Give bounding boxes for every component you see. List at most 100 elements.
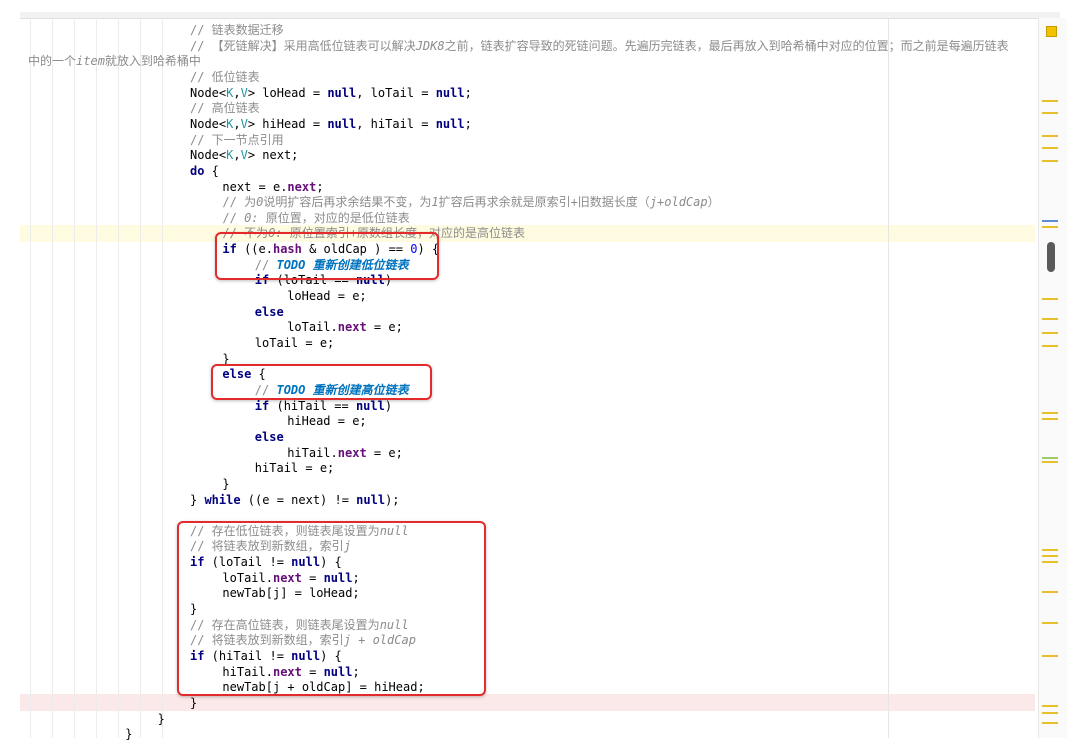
code-line[interactable]: Node<K,V> loHead = null, loTail = null; bbox=[190, 85, 472, 101]
code-token: , hiTail = bbox=[356, 116, 436, 131]
scroll-marker[interactable] bbox=[1042, 461, 1058, 463]
warning-indicator-icon[interactable] bbox=[1046, 26, 1057, 37]
code-token: ） bbox=[707, 195, 720, 210]
scroll-marker[interactable] bbox=[1042, 561, 1058, 563]
code-line[interactable]: loHead = e; bbox=[287, 288, 366, 304]
code-line[interactable]: // 下一节点引用 bbox=[190, 132, 284, 148]
code-token: 1 bbox=[431, 195, 439, 210]
indent-guide bbox=[140, 18, 141, 738]
scroll-marker[interactable] bbox=[1042, 318, 1058, 320]
code-token: next bbox=[337, 445, 367, 460]
code-token: = e; bbox=[366, 445, 403, 460]
code-token: next bbox=[287, 179, 317, 194]
scroll-thumb[interactable] bbox=[1047, 242, 1055, 272]
code-token: 之前，链表扩容导致的死链问题。先遍历完链表，最后再放入到哈希桶中对应的位置；而之… bbox=[444, 38, 1009, 53]
code-token: while bbox=[204, 492, 241, 507]
code-line[interactable]: // 0: 原位置，对应的是低位链表 bbox=[222, 210, 409, 226]
code-token: { bbox=[204, 163, 219, 178]
code-line[interactable]: // 高位链表 bbox=[190, 100, 260, 116]
code-line[interactable]: // 【死链解决】采用高低位链表可以解决JDK8之前，链表扩容导致的死链问题。先… bbox=[190, 38, 1009, 54]
code-token: } bbox=[157, 711, 165, 726]
current-line-highlight bbox=[20, 225, 1035, 242]
scroll-marker[interactable] bbox=[1042, 100, 1058, 102]
code-token: > loHead = bbox=[247, 85, 328, 100]
code-token: } bbox=[222, 476, 230, 491]
code-line[interactable]: loTail.next = e; bbox=[287, 319, 403, 335]
code-token: V bbox=[240, 85, 248, 100]
code-line[interactable]: } bbox=[125, 726, 132, 742]
code-line[interactable]: } bbox=[190, 695, 197, 711]
code-editor[interactable]: // 链表数据迁移// 【死链解决】采用高低位链表可以解决JDK8之前，链表扩容… bbox=[0, 0, 1080, 751]
scroll-marker[interactable] bbox=[1042, 549, 1058, 551]
code-line[interactable]: hiHead = e; bbox=[287, 413, 366, 429]
scroll-marker[interactable] bbox=[1042, 345, 1058, 347]
code-line[interactable]: hiTail.next = e; bbox=[287, 445, 403, 461]
code-token: 原位置，对应的是低位链表 bbox=[258, 210, 410, 225]
right-margin-guide bbox=[888, 18, 889, 738]
code-line[interactable]: Node<K,V> next; bbox=[190, 147, 298, 163]
code-token: Node< bbox=[190, 116, 227, 131]
code-token: // 高位链表 bbox=[190, 101, 260, 116]
scroll-marker[interactable] bbox=[1042, 591, 1058, 593]
code-line[interactable]: // 链表数据迁移 bbox=[190, 22, 284, 38]
code-line[interactable]: Node<K,V> hiHead = null, hiTail = null; bbox=[190, 116, 472, 132]
code-token: hiTail = e; bbox=[254, 461, 335, 476]
code-line[interactable]: // 低位链表 bbox=[190, 69, 260, 85]
code-token: V bbox=[240, 148, 248, 163]
scroll-marker[interactable] bbox=[1042, 457, 1058, 459]
scroll-marker[interactable] bbox=[1042, 135, 1058, 137]
code-line[interactable]: next = e.next; bbox=[222, 179, 323, 195]
code-token: hiHead = e; bbox=[287, 414, 367, 429]
code-line[interactable]: loTail = e; bbox=[255, 335, 334, 351]
code-line[interactable]: else bbox=[255, 304, 284, 320]
code-token: ; bbox=[464, 85, 472, 100]
scroll-marker[interactable] bbox=[1042, 332, 1058, 334]
scroll-marker[interactable] bbox=[1042, 705, 1058, 707]
code-token: 说明扩容后再求余结果不变，为 bbox=[263, 195, 432, 210]
indent-guide bbox=[162, 18, 163, 738]
editor-scrollbar[interactable] bbox=[1038, 18, 1067, 738]
error-line-highlight bbox=[20, 694, 1035, 711]
scroll-marker[interactable] bbox=[1042, 112, 1058, 114]
scroll-marker[interactable] bbox=[1042, 412, 1058, 414]
scroll-marker[interactable] bbox=[1042, 220, 1058, 222]
scroll-marker[interactable] bbox=[1042, 160, 1058, 162]
code-token: > next; bbox=[247, 148, 299, 163]
code-token: loTail = e; bbox=[254, 336, 335, 350]
code-token: null bbox=[435, 116, 465, 131]
code-token: j+oldCap bbox=[649, 195, 708, 210]
code-line[interactable]: } bbox=[158, 711, 165, 727]
code-token: // 低位链表 bbox=[190, 69, 260, 84]
scroll-marker[interactable] bbox=[1042, 555, 1058, 557]
code-token: loHead = e; bbox=[287, 289, 367, 304]
code-token: ((e = next) != bbox=[240, 492, 357, 507]
code-line[interactable]: // 为0说明扩容后再求余结果不变，为1扩容后再求余就是原索引+旧数据长度（j+… bbox=[222, 194, 719, 210]
indent-guide bbox=[30, 18, 31, 738]
indent-guide bbox=[52, 18, 53, 738]
code-line[interactable]: 中的一个item就放入到哈希桶中 bbox=[28, 53, 201, 69]
scroll-marker[interactable] bbox=[1042, 622, 1058, 624]
scroll-marker[interactable] bbox=[1042, 226, 1058, 228]
code-line[interactable]: } bbox=[222, 476, 229, 492]
code-token: null bbox=[435, 85, 465, 100]
code-token: } bbox=[190, 695, 198, 710]
highlight-box-high-list bbox=[211, 364, 432, 400]
code-line[interactable]: } while ((e = next) != null); bbox=[190, 492, 400, 508]
code-token: next = e. bbox=[222, 179, 288, 194]
scroll-marker[interactable] bbox=[1042, 655, 1058, 657]
code-line[interactable]: hiTail = e; bbox=[255, 460, 334, 476]
code-token: // 链表数据迁移 bbox=[190, 23, 284, 37]
scroll-marker[interactable] bbox=[1042, 722, 1058, 724]
code-token: 扩容后再求余就是原索引+旧数据长度（ bbox=[438, 195, 650, 210]
code-token: (hiTail == bbox=[269, 398, 356, 413]
code-token: // 为 bbox=[222, 195, 257, 210]
scroll-marker[interactable] bbox=[1042, 712, 1058, 714]
code-token: ); bbox=[385, 492, 400, 507]
code-line[interactable]: do { bbox=[190, 163, 219, 179]
highlight-box-newtab-assign bbox=[177, 521, 486, 696]
code-token: // bbox=[222, 210, 245, 225]
code-line[interactable]: else bbox=[255, 429, 284, 445]
scroll-marker[interactable] bbox=[1042, 298, 1058, 300]
scroll-marker[interactable] bbox=[1042, 418, 1058, 420]
scroll-marker[interactable] bbox=[1042, 147, 1058, 149]
